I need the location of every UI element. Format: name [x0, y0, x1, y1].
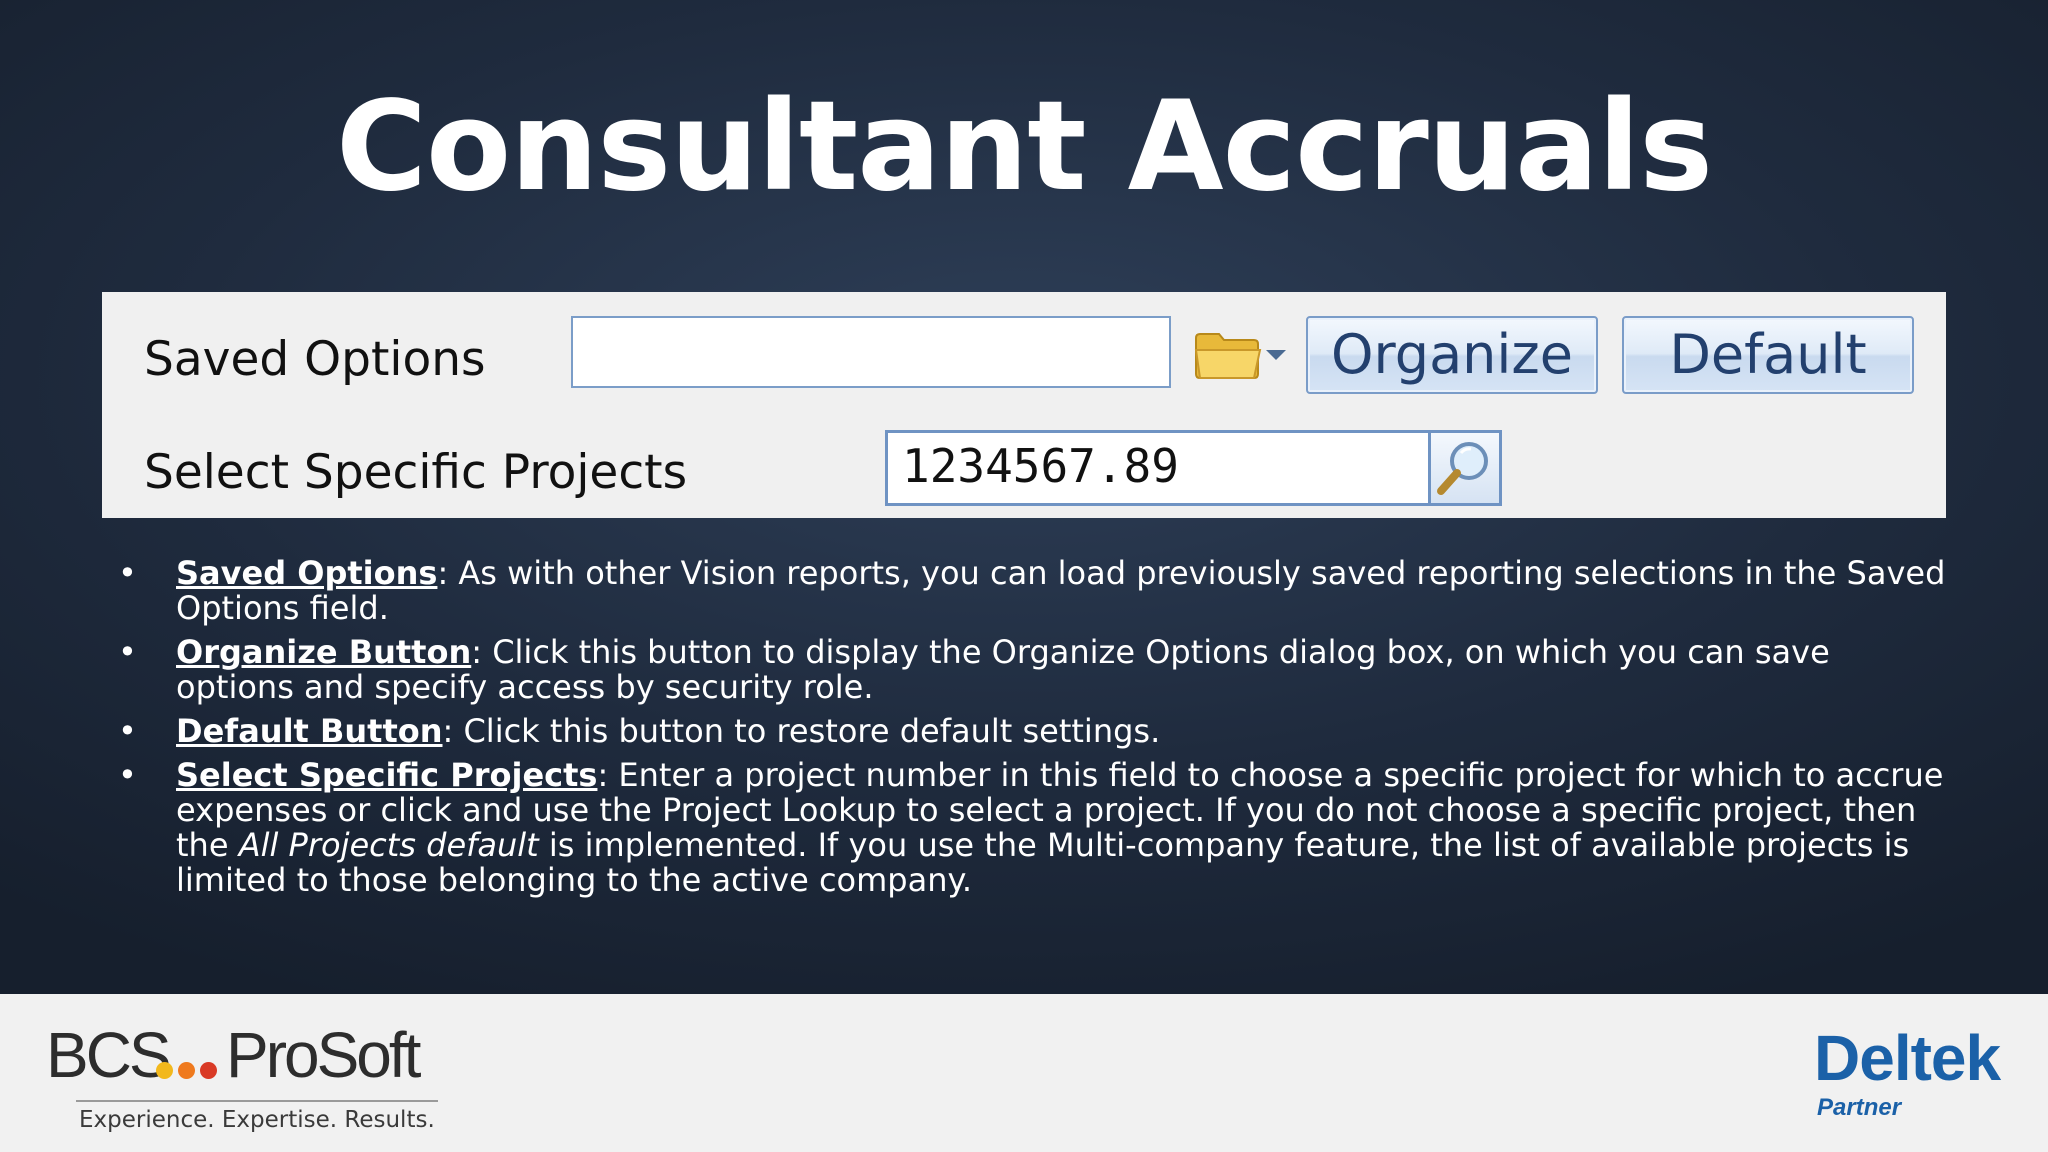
- bullet-term: Select Specific Projects: [176, 756, 598, 794]
- bullet-default-button: Default Button: Click this button to res…: [118, 712, 1948, 750]
- project-lookup-button[interactable]: [1428, 430, 1502, 506]
- bullet-organize-button: Organize Button: Click this button to di…: [118, 635, 1948, 705]
- bullet-list: Saved Options: As with other Vision repo…: [118, 556, 1948, 907]
- deltek-logo: Deltek: [1814, 1022, 2001, 1094]
- footer: BCS ProSoft Experience. Expertise. Resul…: [0, 994, 2048, 1152]
- bcs-prosoft-logo: BCS ProSoft Experience. Expertise. Resul…: [46, 1019, 446, 1133]
- slide-title: Consultant Accruals: [335, 75, 1713, 219]
- bullet-text: : As with other Vision reports, you can …: [176, 554, 1946, 627]
- slide: Consultant Accruals Saved Options Organi…: [0, 0, 2048, 994]
- bullet-text-italic: All Projects default: [238, 826, 539, 864]
- saved-options-folder-dropdown[interactable]: [1192, 326, 1292, 382]
- saved-options-label: Saved Options: [144, 332, 486, 387]
- bullet-text: : Click this button to restore default s…: [442, 712, 1161, 750]
- bullet-term: Saved Options: [176, 554, 438, 592]
- bullet-saved-options: Saved Options: As with other Vision repo…: [118, 556, 1948, 626]
- default-button[interactable]: Default: [1622, 316, 1914, 394]
- magnifier-icon: [1437, 442, 1488, 495]
- deltek-partner-label: Partner: [1817, 1094, 1902, 1121]
- logo-dot-orange: [178, 1062, 195, 1079]
- saved-options-input[interactable]: [571, 316, 1171, 388]
- bullet-select-projects: Select Specific Projects: Enter a projec…: [118, 758, 1948, 898]
- logo-tagline: Experience. Expertise. Results.: [79, 1107, 435, 1133]
- prosoft-logo-text: ProSoft: [226, 1019, 421, 1091]
- organize-button[interactable]: Organize: [1306, 316, 1598, 394]
- select-projects-input[interactable]: 1234567.89: [885, 430, 1431, 506]
- dropdown-arrow-icon: [1266, 350, 1286, 360]
- logo-dot-red: [200, 1062, 217, 1079]
- logo-divider: [76, 1100, 438, 1102]
- bullet-term: Default Button: [176, 712, 443, 750]
- bullet-term: Organize Button: [176, 633, 472, 671]
- select-projects-label: Select Specific Projects: [144, 445, 688, 500]
- logo-dot-yellow: [156, 1062, 173, 1079]
- options-panel: Saved Options Organize Default Select Sp…: [102, 292, 1946, 518]
- bcs-logo-text: BCS: [46, 1019, 172, 1091]
